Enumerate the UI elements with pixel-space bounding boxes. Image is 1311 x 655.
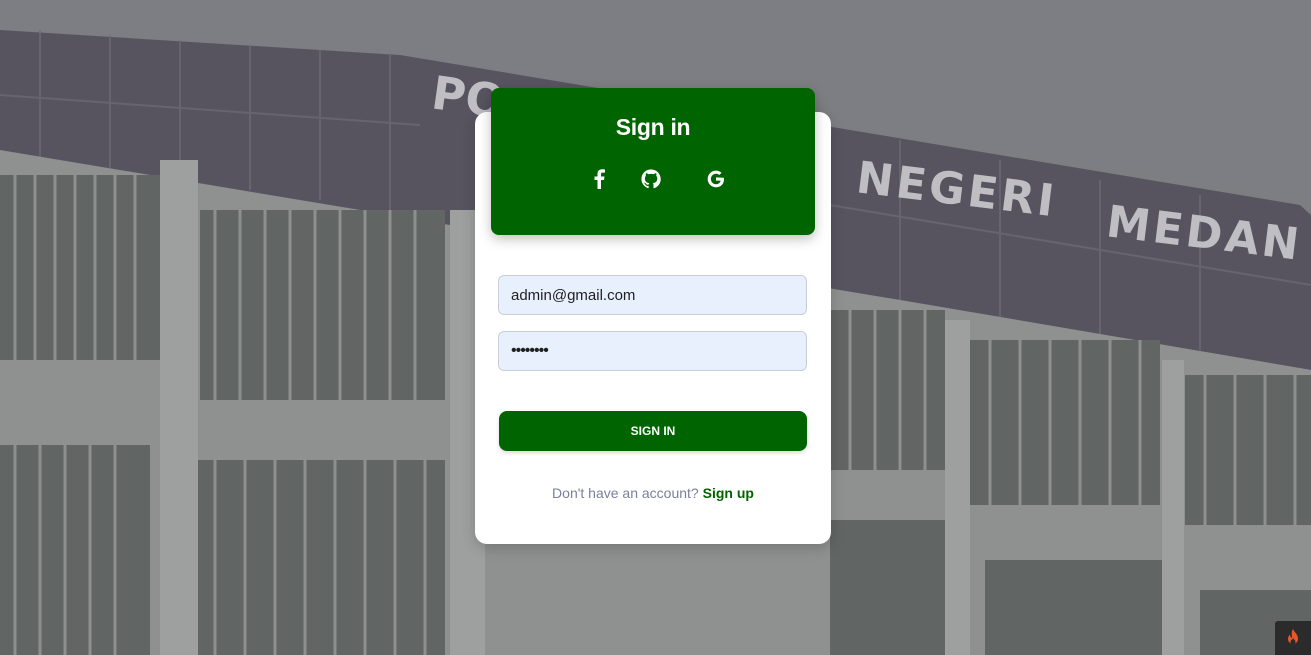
- github-button[interactable]: [640, 168, 662, 190]
- debug-toolbar-button[interactable]: [1275, 621, 1311, 655]
- google-button[interactable]: [705, 168, 727, 190]
- sign-up-link[interactable]: Sign up: [703, 485, 754, 501]
- facebook-button[interactable]: [588, 168, 610, 190]
- signup-prompt: Don't have an account? Sign up: [475, 485, 831, 501]
- flame-icon: [1288, 629, 1298, 645]
- email-value: admin@gmail.com: [511, 286, 636, 304]
- sign-in-button-label: SIGN IN: [630, 424, 676, 438]
- facebook-icon: [594, 169, 605, 189]
- page-title: Sign in: [615, 114, 691, 140]
- password-field[interactable]: ••••••••: [498, 331, 807, 371]
- signin-header: Sign in: [491, 88, 815, 235]
- signup-prompt-text: Don't have an account?: [552, 485, 699, 501]
- password-value: ••••••••: [511, 342, 549, 359]
- github-icon: [641, 169, 661, 189]
- sign-in-button[interactable]: SIGN IN: [499, 411, 807, 451]
- google-icon: [707, 170, 724, 188]
- email-field[interactable]: admin@gmail.com: [498, 275, 807, 315]
